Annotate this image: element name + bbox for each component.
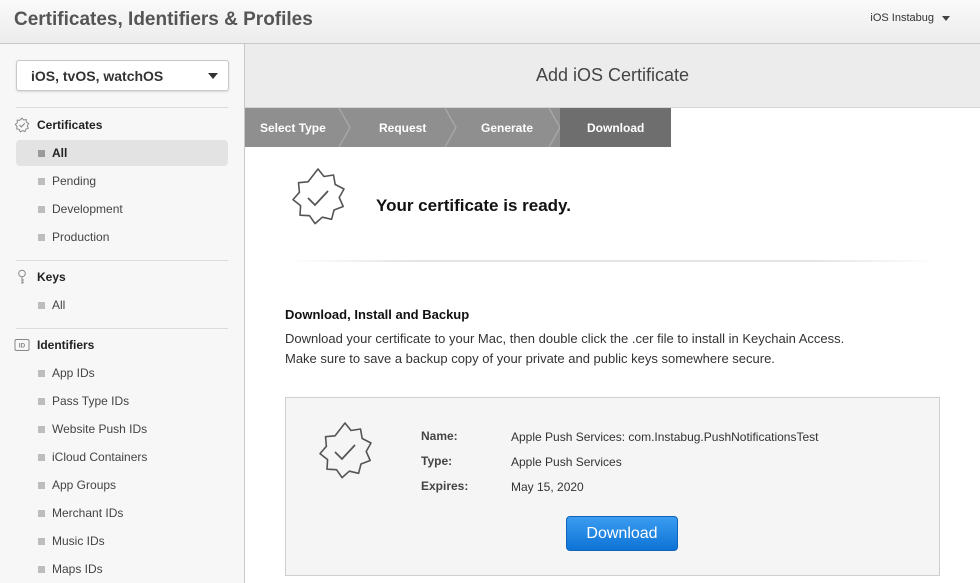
bullet-icon [38,233,45,241]
sidebar-item-website-push-ids[interactable]: Website Push IDs [16,416,228,442]
certificate-badge-icon [319,422,372,479]
ready-message: Your certificate is ready. [376,196,571,215]
platform-select-value: iOS, tvOS, watchOS [31,68,164,84]
bullet-icon [38,453,45,461]
name-label: Name: [421,429,458,443]
section-identifiers-label: Identifiers [37,338,95,352]
main-header: Add iOS Certificate [245,44,980,108]
section-keys-label: Keys [37,270,66,284]
sidebar-item-development[interactable]: Development [16,196,228,222]
svg-text:ID: ID [19,343,26,350]
sidebar-item-app-groups[interactable]: App Groups [16,472,228,498]
bullet-icon [38,509,45,517]
certificate-badge-icon [292,168,345,225]
platform-select[interactable]: iOS, tvOS, watchOS [16,60,229,91]
sidebar-item-label: Website Push IDs [52,422,148,436]
bullet-icon [38,537,45,545]
sidebar-item-label: Music IDs [52,534,105,548]
sidebar-item-maps-ids[interactable]: Maps IDs [16,556,228,582]
step-download-active: Download [560,108,671,147]
ready-badge [287,167,349,229]
download-heading: Download, Install and Backup [285,307,470,322]
type-label: Type: [421,454,453,468]
section-identifiers[interactable]: ID Identifiers [14,337,94,353]
sidebar-divider [16,328,228,329]
expires-label: Expires: [421,479,469,493]
app-title: Certificates, Identifiers & Profiles [14,9,313,30]
sidebar-item-label: App IDs [52,366,95,380]
step-select-type: Select Type [245,108,351,147]
type-value: Apple Push Services [511,455,622,469]
sidebar-divider [16,260,228,261]
bullet-icon [38,177,45,185]
step-request: Request [350,108,457,147]
sidebar-item-label: Pending [52,174,97,188]
expires-value: May 15, 2020 [511,480,584,494]
step-label: Request [379,120,427,135]
sidebar-item-production[interactable]: Production [16,224,228,250]
page-title: Add iOS Certificate [535,65,690,85]
main-panel: Add iOS Certificate Select Type Request … [245,44,980,583]
bullet-icon [38,397,45,405]
step-label: Generate [481,120,534,135]
sidebar-item-label: Maps IDs [52,562,103,576]
sidebar-item-label: Development [52,202,123,216]
certificate-card: Name: Apple Push Services: com.Instabug.… [285,397,940,576]
step-label: Select Type [260,120,326,135]
bullet-icon [38,205,45,213]
account-menu[interactable]: iOS Instabug [870,12,950,24]
sidebar-item-merchant-ids[interactable]: Merchant IDs [16,500,228,526]
sidebar: iOS, tvOS, watchOS Certificates All Pend… [0,44,245,583]
bullet-icon [38,481,45,489]
sidebar-item-keys-all[interactable]: All [16,292,228,318]
bullet-icon [38,149,45,157]
sidebar-item-pending[interactable]: Pending [16,168,228,194]
bullet-icon [38,369,45,377]
download-button[interactable]: Download [566,516,678,551]
sidebar-item-label: Merchant IDs [52,506,124,520]
sidebar-item-label: App Groups [52,478,117,492]
bullet-icon [38,565,45,573]
sidebar-item-music-ids[interactable]: Music IDs [16,528,228,554]
download-description-line: Download your certificate to your Mac, t… [285,331,845,346]
sidebar-item-label: All [52,146,68,160]
sidebar-item-pass-type-ids[interactable]: Pass Type IDs [16,388,228,414]
content-divider [287,260,939,262]
sidebar-item-app-ids[interactable]: App IDs [16,360,228,386]
chevron-down-icon [942,15,950,21]
account-name: iOS Instabug [870,12,934,24]
top-bar: Certificates, Identifiers & Profiles iOS… [0,0,980,44]
step-label: Download [587,120,645,135]
section-certificates-label: Certificates [37,118,103,132]
sidebar-item-label: iCloud Containers [52,450,148,464]
section-certificates[interactable]: Certificates [14,117,102,133]
sidebar-item-certificates-all[interactable]: All [16,140,228,166]
certificate-badge-icon [14,117,30,133]
step-progress-bar: Select Type Request Generate Download [245,108,671,147]
name-value: Apple Push Services: com.Instabug.PushNo… [511,430,819,444]
sidebar-item-label: Pass Type IDs [52,394,130,408]
step-generate: Generate [456,108,561,147]
download-description: Download your certificate to your Mac, t… [285,329,945,369]
key-icon [18,269,26,284]
bullet-icon [38,425,45,433]
bullet-icon [38,301,45,309]
section-keys[interactable]: Keys [14,269,66,285]
id-badge-icon: ID [14,339,30,351]
chevron-down-icon [208,73,218,79]
sidebar-item-label: Production [52,230,110,244]
sidebar-item-label: All [52,298,66,312]
download-description-line: Make sure to save a backup copy of your … [285,351,775,366]
sidebar-divider [16,107,228,108]
sidebar-item-icloud-containers[interactable]: iCloud Containers [16,444,228,470]
